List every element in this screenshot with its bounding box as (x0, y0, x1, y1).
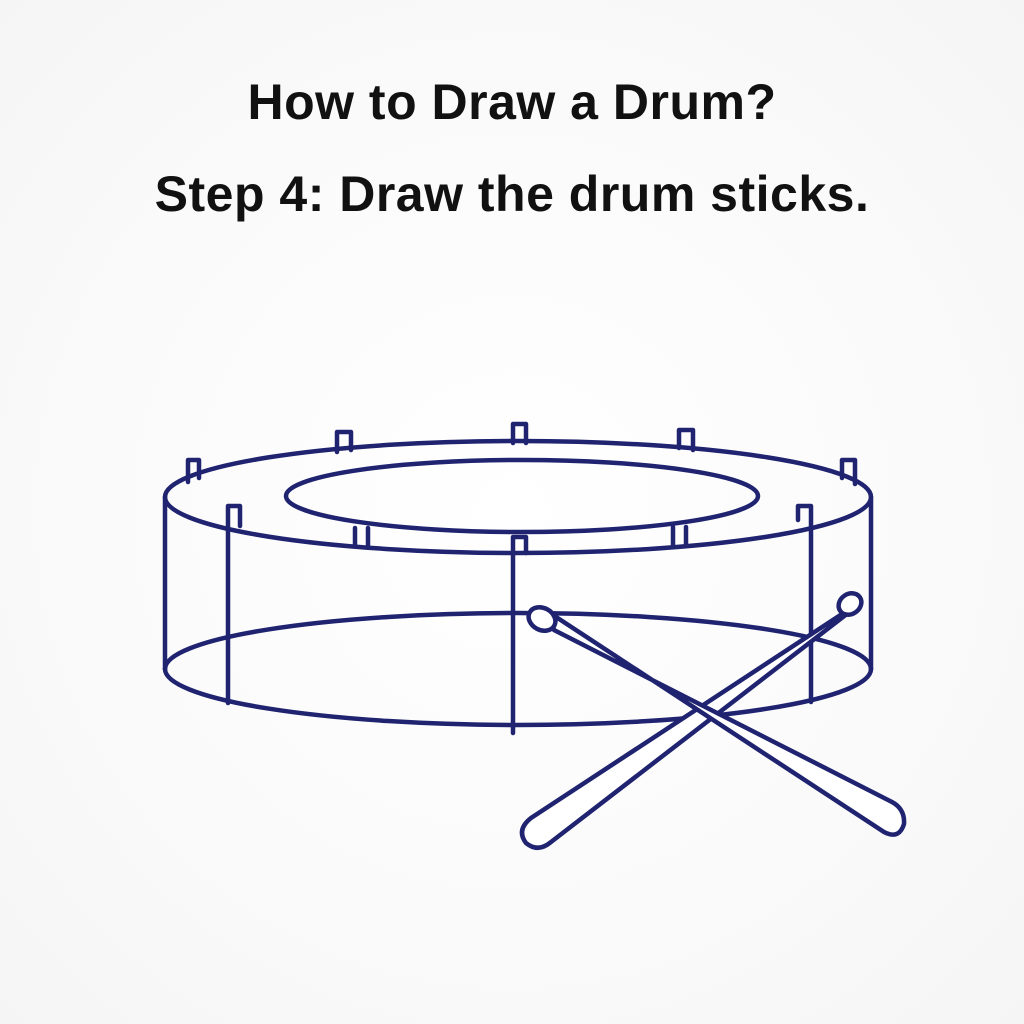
tutorial-page: How to Draw a Drum? Step 4: Draw the dru… (0, 0, 1024, 1024)
drum-rod-2 (352, 525, 371, 549)
drum-sticks (519, 591, 907, 850)
drum-rod-3 (510, 534, 529, 736)
drum-rod-1 (225, 503, 243, 706)
drum-head (283, 457, 761, 535)
drum-drawing (162, 421, 907, 850)
drum-rod-4 (670, 524, 689, 549)
drum-rod-5 (795, 503, 814, 705)
drum (162, 421, 874, 736)
drum-bottom-rim-back (162, 610, 874, 672)
